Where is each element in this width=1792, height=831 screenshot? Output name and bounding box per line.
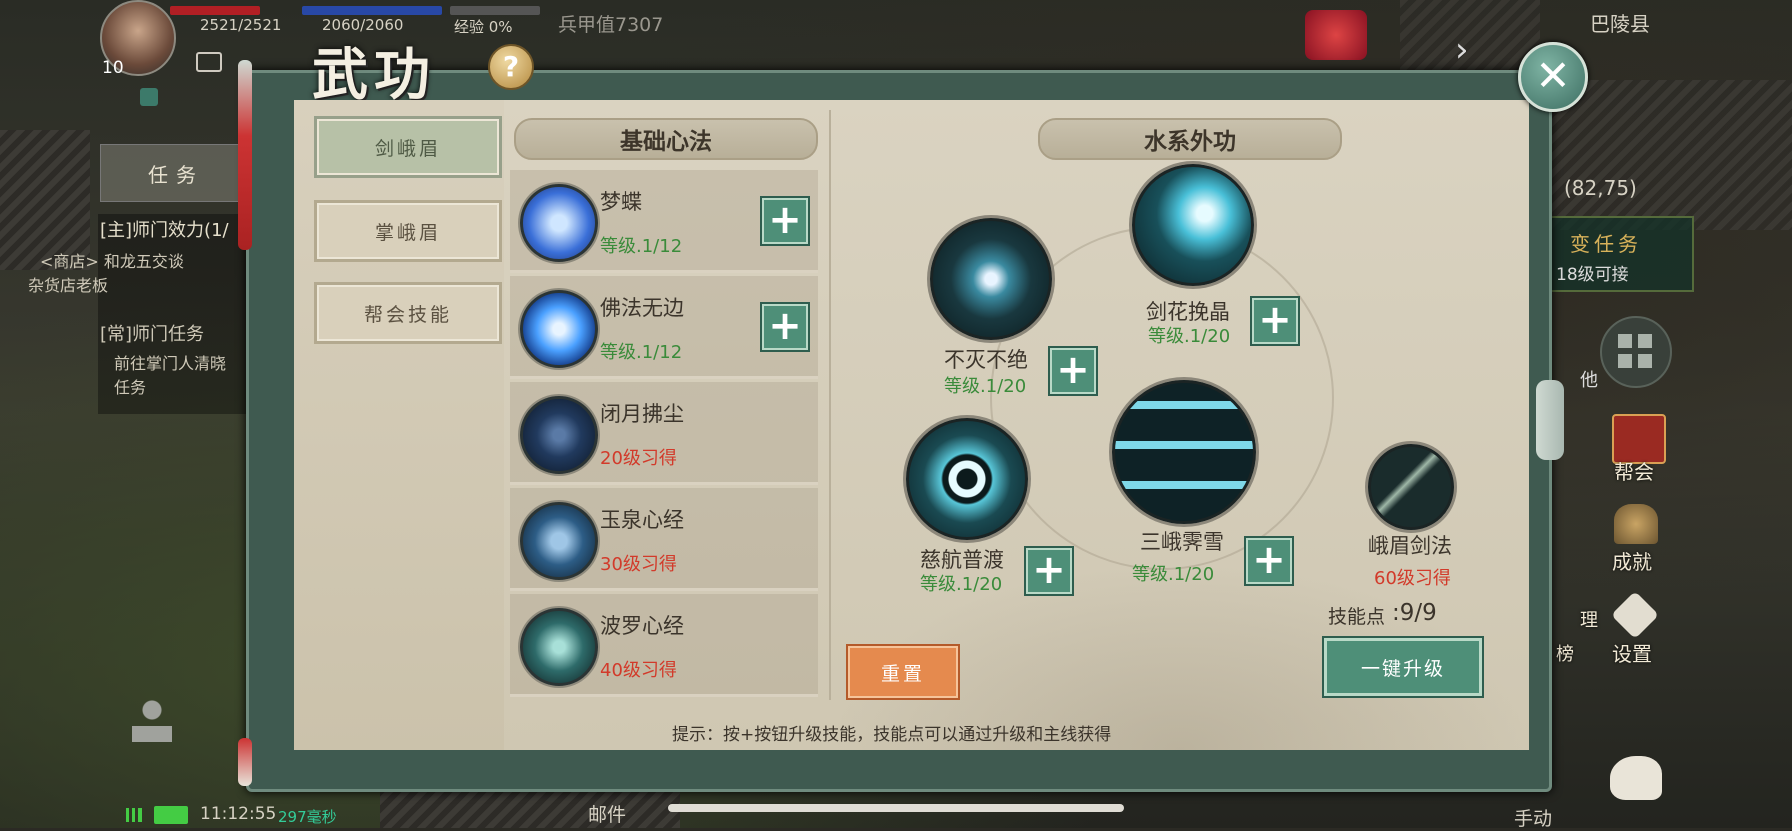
lotus-flame-icon [520,290,598,368]
skill-unlock-requirement: 20级习得 [600,448,677,469]
ping-value: 297毫秒 [278,808,337,826]
horse-icon[interactable] [1610,756,1662,800]
skill-points-label: 技能点 [1328,606,1386,628]
mail-button[interactable]: 邮件 [588,800,626,827]
settings-label[interactable]: 设置 [1612,638,1652,667]
home-indicator [668,804,1124,812]
hp-bar [170,6,260,15]
spinning-blade-icon[interactable] [930,218,1052,340]
quest-daily-line1: 前往掌门人清晓 [114,354,227,373]
exp-text: 经验 0% [454,18,513,36]
location-name: 巴陵县 [1590,12,1650,36]
right-scroll-handle[interactable] [1536,380,1564,460]
meditate-icon[interactable] [130,700,174,750]
chevron-right-icon[interactable]: › [1455,30,1469,70]
quest-daily-title[interactable]: [常]师门任务 [100,320,204,346]
skill-name: 峨眉剑法 [1368,534,1452,558]
skill-unlock-requirement: 60级习得 [1374,568,1451,589]
upgrade-plus-button[interactable]: + [1048,346,1098,396]
hp-text: 2521/2521 [200,16,282,34]
tassel-ornament [238,738,252,786]
quest-main-line2: 杂货店老板 [28,276,109,295]
treasure-chest-icon[interactable] [1305,10,1367,60]
armor-value: 兵甲值7307 [558,14,664,36]
skill-name: 佛法无边 [600,296,684,320]
butterfly-icon [520,184,598,262]
basic-skills-header: 基础心法 [514,118,818,160]
mandala-icon [520,608,598,686]
manual-mode-button[interactable]: 手动 [1514,804,1552,831]
skill-name: 波罗心经 [600,614,684,638]
skill-name: 不灭不绝 [944,348,1028,372]
ring-of-light-icon[interactable] [906,418,1028,540]
skill-name: 闭月拂尘 [600,402,684,426]
building-roof [1400,0,1540,70]
achievement-label[interactable]: 成就 [1612,546,1652,575]
skill-level: 等级.1/12 [600,342,683,363]
emei-sword-icon[interactable] [1368,444,1454,530]
school-tab-column [294,100,504,750]
clock-time: 11:12:55 [200,804,277,824]
upgrade-plus-button[interactable]: + [1244,536,1294,586]
upgrade-plus-button[interactable]: + [760,196,810,246]
quest-main-title[interactable]: [主]师门效力(1/ [100,216,229,242]
skill-name: 玉泉心经 [600,508,684,532]
skill-level: 等级.1/12 [600,236,683,257]
camera-icon[interactable] [196,52,222,72]
battery-icon [154,806,188,824]
skill-points-value: :9/9 [1392,600,1437,626]
flower-icon [520,502,598,580]
tassel-ornament [238,60,252,250]
quest-daily-line2: 任务 [114,378,147,397]
skill-unlock-requirement: 30级习得 [600,554,677,575]
hint-text: 提示：按+按钮升级技能，技能点可以通过升级和主线获得 [672,725,1112,745]
quest-banner-sub: 18级可接 [1556,265,1629,285]
player-coordinates: (82,75) [1564,176,1637,200]
column-divider [829,110,831,700]
player-level: 10 [102,58,124,78]
reset-button[interactable]: 重置 [846,644,960,700]
quest-banner-title: 变任务 [1570,232,1642,256]
skill-level: 等级.1/20 [1148,326,1231,347]
exp-bar [450,6,540,15]
outer-skills-header: 水系外功 [1038,118,1342,160]
skill-level: 等级.1/20 [920,574,1003,595]
side-tab-label: 他 [1580,370,1598,391]
quest-tab[interactable]: 任务 [100,144,252,202]
rank-label-b: 榜 [1556,644,1574,665]
skill-name: 梦蝶 [600,190,642,214]
skill-level: 等级.1/20 [944,376,1027,397]
whisk-icon [520,396,598,474]
skill-name: 三峨霁雪 [1140,530,1224,554]
achievement-icon[interactable] [1614,504,1658,544]
upgrade-plus-button[interactable]: + [1024,546,1074,596]
upgrade-plus-button[interactable]: + [760,302,810,352]
tab-guild-skills[interactable]: 帮会技能 [314,282,502,344]
skill-level: 等级.1/20 [1132,564,1215,585]
sword-flower-icon[interactable] [1132,164,1254,286]
grid-glyph [1618,334,1652,368]
triple-swords-icon[interactable] [1112,380,1256,524]
skill-unlock-requirement: 40级习得 [600,660,677,681]
guild-label[interactable]: 帮会 [1614,456,1654,485]
panel-title: 武功 [312,42,436,108]
close-button[interactable]: ✕ [1518,42,1588,112]
quest-main-line1: <商店> 和龙五交谈 [40,252,184,271]
network-icon [140,88,158,106]
rank-label-a: 理 [1580,610,1598,631]
tab-palm-emei[interactable]: 掌峨眉 [314,200,502,262]
mp-bar [302,6,442,15]
upgrade-plus-button[interactable]: + [1250,296,1300,346]
close-icon: ✕ [1535,51,1571,100]
tab-sword-emei[interactable]: 剑峨眉 [314,116,502,178]
upgrade-all-button[interactable]: 一键升级 [1322,636,1484,698]
signal-icon [126,808,142,822]
help-button[interactable]: ? [488,44,534,90]
